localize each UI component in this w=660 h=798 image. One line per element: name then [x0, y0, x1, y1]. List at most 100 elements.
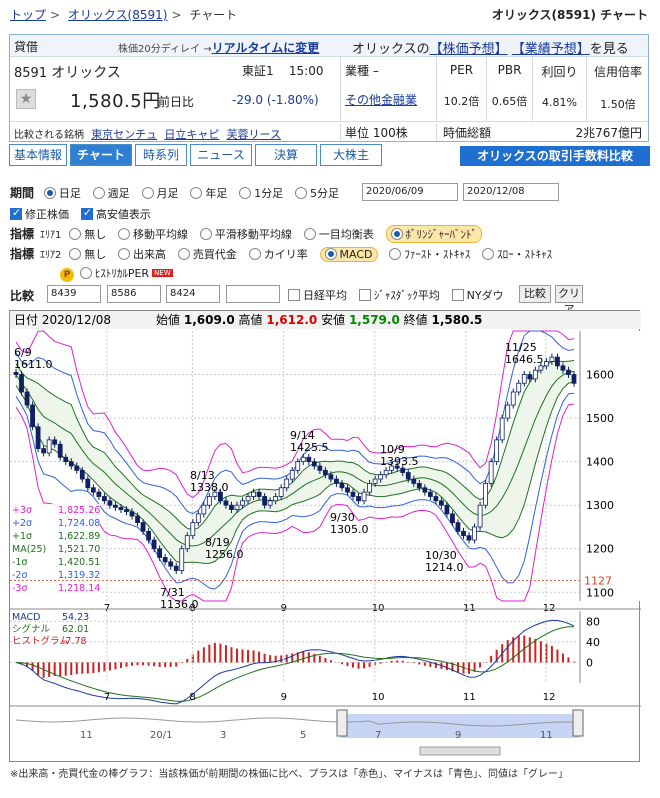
tab-news[interactable]: ニュース: [190, 144, 252, 166]
candle-body: [472, 526, 477, 541]
period-yearly[interactable]: 年足: [190, 185, 227, 201]
area2-volume[interactable]: 出来高: [118, 246, 166, 262]
compare-input-1[interactable]: 8439: [47, 285, 101, 303]
breadcrumb-current: チャート: [189, 8, 238, 22]
area1-none[interactable]: 無し: [69, 226, 106, 242]
earnings-link[interactable]: 【業績予想】: [512, 42, 590, 57]
candle-body: [85, 478, 91, 489]
nav-tick-label: 11: [80, 730, 93, 741]
compare-input-4[interactable]: [226, 285, 280, 303]
area2-deviation[interactable]: カイリ率: [248, 246, 308, 262]
area2-per[interactable]: ﾋｽﾄﾘｶﾙPER NEW: [79, 265, 173, 281]
candle-body: [68, 461, 74, 467]
y-tick-label: 1500: [586, 412, 614, 425]
tab-chart[interactable]: チャート: [70, 144, 132, 166]
stock-code-name: 8591 オリックス: [14, 65, 121, 81]
tab-earnings[interactable]: 決算: [255, 144, 317, 166]
area1-bollinger[interactable]: ﾎﾞﾘﾝｼﾞｬｰﾊﾞﾝﾄﾞ: [385, 225, 483, 243]
candle-body: [240, 500, 245, 506]
period-monthly[interactable]: 月足: [141, 185, 179, 201]
candle-body: [477, 504, 483, 528]
cmp-nikkei-checkbox[interactable]: 日経平均: [288, 287, 347, 303]
star-icon[interactable]: ★: [16, 89, 36, 109]
candle-body: [162, 557, 168, 563]
compare-link-2[interactable]: 日立キャピ: [164, 128, 219, 141]
candle-body: [278, 487, 284, 497]
compare-button[interactable]: 比較: [519, 285, 551, 303]
clear-button[interactable]: クリア: [555, 285, 583, 316]
area2-none[interactable]: 無し: [69, 246, 106, 262]
candle-body: [461, 530, 466, 537]
candle-body: [96, 491, 102, 497]
macd-x-tick-label: 7: [104, 692, 110, 703]
date-from-input[interactable]: 2020/06/09: [362, 183, 458, 201]
period-weekly[interactable]: 週足: [92, 185, 130, 201]
tab-shareholders[interactable]: 大株主: [320, 144, 382, 166]
annotation-value: 1256.0: [205, 548, 244, 561]
candle-body: [339, 483, 345, 489]
candle-body: [494, 439, 500, 463]
candle-body: [190, 522, 196, 537]
nav-handle-right: [572, 709, 584, 737]
realtime-link[interactable]: リアルタイムに変更: [212, 41, 320, 55]
area1-ma[interactable]: 移動平均線: [118, 226, 188, 242]
candle-body: [206, 496, 212, 506]
area2-fast-stoch[interactable]: ﾌｧｰｽﾄ・ｽﾄｷｬｽ: [389, 246, 470, 262]
forecast-link[interactable]: 【株価予想】: [430, 42, 508, 57]
candle-body: [543, 361, 549, 367]
area1-ema[interactable]: 平滑移動平均線: [199, 226, 292, 242]
date-to-input[interactable]: 2020/12/08: [463, 183, 559, 201]
candle-body: [400, 467, 406, 473]
macd-legend-value: 62.01: [62, 624, 89, 635]
indicator-area1: 指標 ｴﾘｱ1 無し 移動平均線 平滑移動平均線 一目均衡表 ﾎﾞﾘﾝｼﾞｬｰﾊﾞ…: [10, 225, 490, 243]
area2-value[interactable]: 売買代金: [177, 246, 237, 262]
compare-stocks: 比較される銘柄 東京センチュ 日立キャピ 芙蓉リース: [14, 128, 282, 141]
compare-input-3[interactable]: 8424: [166, 285, 220, 303]
area2-slow-stoch[interactable]: ｽﾛｰ・ｽﾄｷｬｽ: [482, 246, 552, 262]
macd-legend-value: -7.78: [62, 636, 87, 647]
candle-body: [483, 483, 489, 506]
prev-label: 前日比: [158, 95, 195, 109]
area2-macd[interactable]: MACD: [319, 247, 378, 262]
compare-options: 日経平均 ｼﾞｬｽﾀﾞｯｸ平均 NYダウ: [288, 287, 512, 303]
stock-chart: 日付 2020/12/08 始値 1,609.0 高値 1,612.0 安値 1…: [9, 310, 641, 762]
nav-tick-label: 20/1: [150, 730, 172, 741]
unit-shares: 単位 100株: [340, 124, 408, 143]
breadcrumb-company[interactable]: オリックス(8591): [68, 8, 168, 22]
tab-basic-info[interactable]: 基本情報: [9, 144, 67, 166]
period-row: 期間 日足 週足 月足 年足 1分足 5分足: [10, 185, 339, 201]
candle-body: [124, 509, 129, 513]
candle-body: [521, 374, 527, 384]
period-1min[interactable]: 1分足: [239, 185, 283, 201]
candle-body: [499, 417, 505, 441]
annotation-value: 1425.5: [290, 441, 329, 454]
fee-compare-button[interactable]: オリックスの取引手数料比較: [460, 146, 650, 166]
highlow-checkbox[interactable]: 高安値表示: [80, 206, 151, 222]
compare-link-3[interactable]: 芙蓉リース: [227, 128, 281, 141]
chart-date: 日付 2020/12/08: [14, 313, 111, 327]
candle-body: [24, 391, 30, 406]
period-5min[interactable]: 5分足: [294, 185, 339, 201]
band-legend-value: 1,724.08: [58, 518, 100, 529]
period-daily[interactable]: 日足: [43, 185, 81, 201]
candle-body: [571, 374, 577, 384]
macd-x-tick-label: 10: [372, 692, 385, 703]
candle-body: [356, 496, 361, 502]
band-legend-name: -2σ: [12, 570, 28, 581]
breadcrumb-top[interactable]: トップ: [10, 8, 46, 22]
candle-body: [555, 356, 560, 367]
tab-timeseries[interactable]: 時系列: [135, 144, 187, 166]
candle-body: [295, 461, 301, 471]
band-legend-value: 1,622.89: [58, 531, 100, 542]
cmp-nydow-checkbox[interactable]: NYダウ: [451, 287, 504, 303]
compare-input-2[interactable]: 8586: [107, 285, 161, 303]
compare-link-1[interactable]: 東京センチュ: [91, 128, 157, 141]
adjusted-price-checkbox[interactable]: 修正株価: [10, 206, 69, 222]
candle-body: [273, 496, 279, 502]
band-legend-name: -1σ: [12, 557, 28, 568]
industry-link[interactable]: その他金融業: [345, 91, 417, 108]
candle-body: [505, 404, 511, 419]
candle-body: [19, 374, 24, 393]
area1-ichimoku[interactable]: 一目均衡表: [303, 226, 374, 242]
cmp-jasdaq-checkbox[interactable]: ｼﾞｬｽﾀﾞｯｸ平均: [358, 287, 440, 303]
